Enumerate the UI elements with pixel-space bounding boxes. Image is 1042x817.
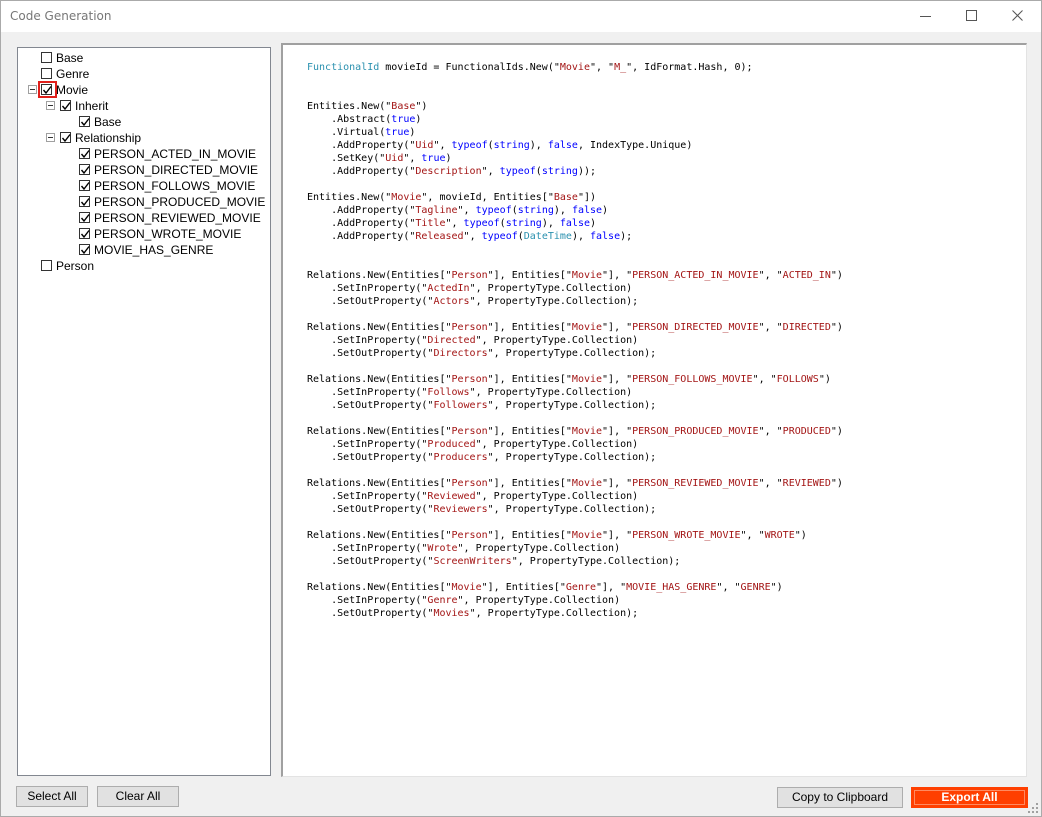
generated-code: FunctionalId movieId = FunctionalIds.New… — [307, 62, 843, 619]
check-icon — [61, 102, 71, 111]
checkbox[interactable] — [79, 244, 90, 255]
minimize-button[interactable] — [903, 1, 949, 32]
resize-grip-icon[interactable] — [1027, 802, 1039, 814]
check-icon — [42, 86, 52, 95]
check-icon — [80, 150, 90, 159]
export-all-label: Export All — [941, 790, 998, 804]
check-icon — [80, 246, 90, 255]
check-icon — [80, 214, 90, 223]
tree-node-label: Base — [94, 115, 122, 129]
entity-tree[interactable]: Base Genre Movie Inherit Base Relationsh… — [17, 47, 271, 776]
tree-node-label: PERSON_ACTED_IN_MOVIE — [94, 147, 257, 161]
tree-node-label: PERSON_PRODUCED_MOVIE — [94, 195, 266, 209]
copy-to-clipboard-button[interactable]: Copy to Clipboard — [777, 787, 903, 808]
close-button[interactable] — [995, 1, 1041, 32]
checkbox[interactable] — [60, 100, 71, 111]
code-generation-window: Code Generation Base Genre Movie Inherit… — [0, 0, 1042, 817]
tree-node-label: Inherit — [75, 99, 109, 113]
tree-node-label: Genre — [56, 67, 90, 81]
check-icon — [61, 134, 71, 143]
collapse-toggle-inherit[interactable] — [46, 101, 55, 110]
check-icon — [80, 118, 90, 127]
checkbox[interactable] — [79, 212, 90, 223]
check-icon — [80, 166, 90, 175]
tree-node-label: MOVIE_HAS_GENRE — [94, 243, 214, 257]
checkbox[interactable] — [79, 180, 90, 191]
code-preview-pane[interactable]: FunctionalId movieId = FunctionalIds.New… — [281, 43, 1027, 777]
clear-all-label: Clear All — [115, 789, 161, 803]
checkbox[interactable] — [79, 228, 90, 239]
checkbox[interactable] — [79, 164, 90, 175]
window-title: Code Generation — [10, 9, 112, 23]
select-all-label: Select All — [27, 789, 77, 803]
title-bar: Code Generation — [1, 1, 1041, 32]
checkbox[interactable] — [41, 68, 52, 79]
tree-node-label: Person — [56, 259, 95, 273]
copy-to-clipboard-label: Copy to Clipboard — [791, 790, 889, 804]
maximize-icon — [966, 10, 977, 21]
checkbox[interactable] — [79, 148, 90, 159]
clear-all-button[interactable]: Clear All — [97, 786, 179, 807]
tree-node-label: PERSON_FOLLOWS_MOVIE — [94, 179, 256, 193]
check-icon — [80, 230, 90, 239]
select-all-button[interactable]: Select All — [16, 786, 88, 807]
checkbox[interactable] — [41, 52, 52, 63]
tree-node-label: Movie — [56, 83, 89, 97]
checkbox[interactable] — [60, 132, 71, 143]
collapse-toggle-relationship[interactable] — [46, 133, 55, 142]
collapse-toggle-movie[interactable] — [28, 85, 37, 94]
checkbox[interactable] — [79, 196, 90, 207]
tree-node-label: Base — [56, 51, 84, 65]
check-icon — [80, 182, 90, 191]
tree-node-label: Relationship — [75, 131, 142, 145]
checkbox[interactable] — [41, 260, 52, 271]
close-icon — [1012, 10, 1023, 21]
tree-node-label: PERSON_WROTE_MOVIE — [94, 227, 242, 241]
tree-node-label: PERSON_REVIEWED_MOVIE — [94, 211, 261, 225]
checkbox[interactable] — [41, 84, 52, 95]
tree-node-label: PERSON_DIRECTED_MOVIE — [94, 163, 259, 177]
checkbox[interactable] — [79, 116, 90, 127]
minimize-icon — [920, 16, 931, 17]
export-all-button[interactable]: Export All — [911, 787, 1028, 808]
maximize-button[interactable] — [949, 1, 995, 32]
check-icon — [80, 198, 90, 207]
